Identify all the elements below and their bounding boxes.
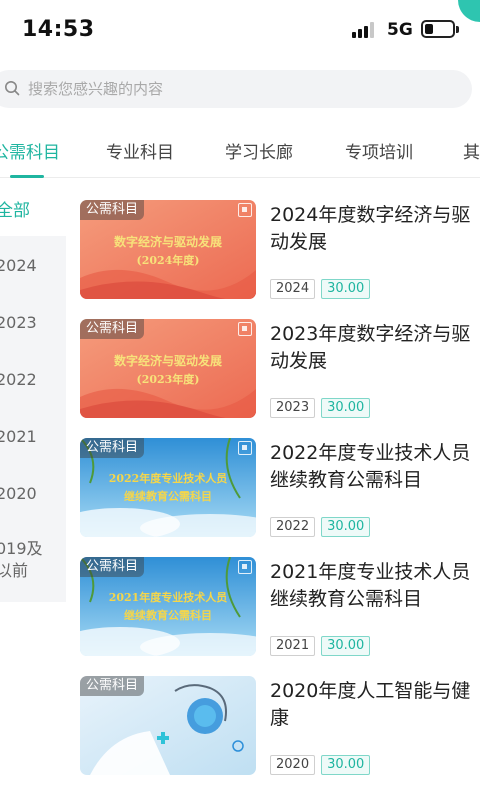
course-hours-badge: 30.00	[321, 517, 371, 537]
qr-icon	[238, 322, 252, 336]
filter-year-panel: 2024 2023 2022 2021 2020 019及 以前	[0, 236, 66, 602]
filter-year-2023[interactable]: 2023	[0, 313, 37, 332]
tab-special-training[interactable]: 专项培训	[345, 138, 413, 163]
course-badges: 2024 30.00	[270, 279, 371, 299]
course-year-badge: 2024	[270, 279, 316, 299]
course-item[interactable]: 数字经济与驱动发展 (2023年度) 公需科目 2023年度数字经济与驱动发展 …	[80, 319, 480, 419]
thumbnail-title-line2: 继续教育公需科目	[124, 609, 212, 622]
thumbnail-title-line1: 2021年度专业技术人员	[108, 591, 228, 604]
course-badges: 2021 30.00	[270, 636, 371, 656]
course-title[interactable]: 2024年度数字经济与驱动发展	[270, 202, 476, 256]
tab-other[interactable]: 其	[463, 138, 480, 163]
thumbnail-title-line1: 数字经济与驱动发展	[113, 354, 222, 368]
filter-year-2022[interactable]: 2022	[0, 370, 37, 389]
course-item[interactable]: 数字经济与驱动发展 (2024年度) 公需科目 2024年度数字经济与驱动发展 …	[80, 200, 480, 300]
filter-year-2020[interactable]: 2020	[0, 484, 37, 503]
course-item[interactable]: 公需科目 2020年度人工智能与健康 2020 30.00	[80, 676, 480, 776]
course-badges: 2022 30.00	[270, 517, 371, 537]
thumbnail-title-line2: (2024年度)	[136, 254, 200, 267]
course-title[interactable]: 2022年度专业技术人员继续教育公需科目	[270, 440, 476, 494]
filter-year-2021[interactable]: 2021	[0, 427, 37, 446]
tab-professional-subjects[interactable]: 专业科目	[106, 138, 174, 163]
course-tag: 公需科目	[80, 319, 145, 339]
course-item[interactable]: 2022年度专业技术人员 继续教育公需科目 公需科目 2022年度专业技术人员继…	[80, 438, 480, 538]
filter-all[interactable]: 全部	[0, 196, 30, 221]
search-input[interactable]	[28, 70, 448, 108]
course-hours-badge: 30.00	[321, 755, 371, 775]
course-hours-badge: 30.00	[321, 636, 371, 656]
thumbnail-title-line1: 数字经济与驱动发展	[113, 235, 222, 249]
thumbnail-title-line2: (2023年度)	[136, 373, 200, 386]
course-year-badge: 2023	[270, 398, 316, 418]
qr-icon	[238, 560, 252, 574]
course-thumbnail[interactable]: 数字经济与驱动发展 (2023年度) 公需科目	[80, 319, 256, 418]
filter-earlier-line2: 以前	[0, 561, 29, 580]
course-hours-badge: 30.00	[321, 279, 371, 299]
thumbnail-title-line1: 2022年度专业技术人员	[108, 472, 228, 485]
qr-icon	[238, 441, 252, 455]
filter-earlier-line1: 019及	[0, 539, 43, 558]
course-tag: 公需科目	[80, 438, 145, 458]
course-title[interactable]: 2023年度数字经济与驱动发展	[270, 321, 476, 375]
course-badges: 2020 30.00	[270, 755, 371, 775]
search-bar[interactable]	[0, 70, 472, 108]
network-label: 5G	[387, 20, 413, 40]
signal-icon	[352, 22, 378, 38]
tab-learning-gallery[interactable]: 学习长廊	[225, 138, 293, 163]
course-year-badge: 2022	[270, 517, 316, 537]
thumbnail-title-line2: 继续教育公需科目	[124, 490, 212, 503]
course-tag: 公需科目	[80, 676, 145, 696]
year-filter-sidebar: 全部 2024 2023 2022 2021 2020 019及 以前	[0, 178, 66, 795]
course-tag: 公需科目	[80, 200, 145, 220]
course-tag: 公需科目	[80, 557, 145, 577]
category-tabs: 公需科目 专业科目 学习长廊 专项培训 其	[0, 128, 480, 178]
course-title[interactable]: 2020年度人工智能与健康	[270, 678, 476, 732]
course-thumbnail[interactable]: 2022年度专业技术人员 继续教育公需科目 公需科目	[80, 438, 256, 537]
corner-decoration	[458, 0, 480, 22]
search-icon	[5, 81, 20, 96]
tab-public-subjects[interactable]: 公需科目	[0, 138, 60, 163]
filter-year-2024[interactable]: 2024	[0, 256, 37, 275]
course-year-badge: 2021	[270, 636, 316, 656]
course-item[interactable]: 2021年度专业技术人员 继续教育公需科目 公需科目 2021年度专业技术人员继…	[80, 557, 480, 657]
status-time: 14:53	[22, 17, 95, 42]
battery-icon	[421, 20, 459, 38]
status-bar: 14:53 5G	[0, 0, 480, 60]
course-thumbnail[interactable]: 数字经济与驱动发展 (2024年度) 公需科目	[80, 200, 256, 299]
course-thumbnail[interactable]: 2021年度专业技术人员 继续教育公需科目 公需科目	[80, 557, 256, 656]
course-year-badge: 2020	[270, 755, 316, 775]
course-badges: 2023 30.00	[270, 398, 371, 418]
course-title[interactable]: 2021年度专业技术人员继续教育公需科目	[270, 559, 476, 613]
course-hours-badge: 30.00	[321, 398, 371, 418]
filter-year-earlier[interactable]: 019及 以前	[0, 538, 43, 582]
course-thumbnail[interactable]: 公需科目	[80, 676, 256, 775]
qr-icon	[238, 203, 252, 217]
